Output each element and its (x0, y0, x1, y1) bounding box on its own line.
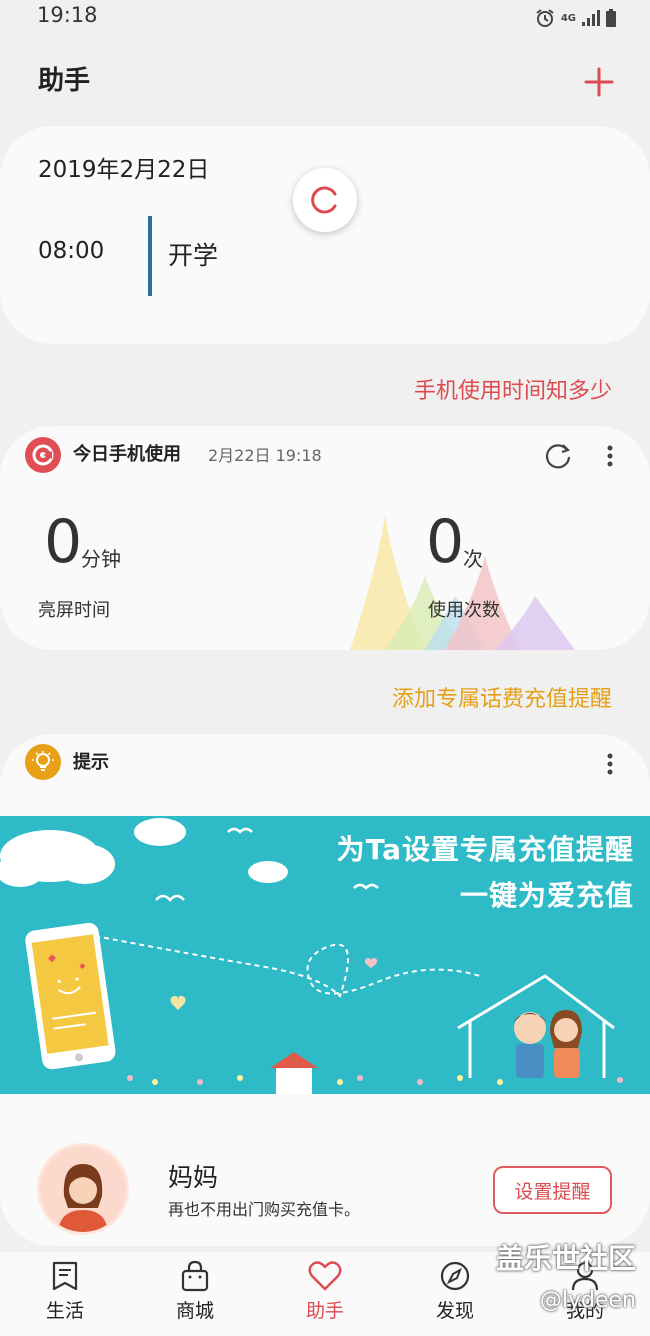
screen-time-unit: 分钟 (81, 547, 121, 571)
heart-icon (308, 1261, 342, 1291)
nav-label: 生活 (45, 1300, 84, 1322)
loading-icon (311, 186, 337, 214)
network-type: 4G (560, 12, 576, 24)
contact-description: 再也不用出门购买充值卡。 (168, 1200, 361, 1219)
shopping-bag-icon (181, 1260, 209, 1292)
screen-time-label: 亮屏时间 (38, 600, 110, 621)
avatar (40, 1146, 126, 1232)
usage-timestamp: 2月22日 19:18 (208, 446, 322, 465)
schedule-time: 08:00 (38, 238, 105, 264)
contact-name: 妈妈 (168, 1163, 219, 1192)
refresh-icon[interactable] (543, 441, 573, 471)
tips-card: 提示 为Ta设置专属充值提醒 一键为爱充值 妈妈 再也不用出门购买充值卡。 设置… (0, 734, 650, 1246)
usage-decoration (350, 516, 575, 650)
schedule-card[interactable]: 2019年2月22日 08:00 开学 (0, 126, 650, 344)
nav-label: 商城 (175, 1300, 214, 1322)
usage-app-icon (25, 437, 61, 473)
status-bar: 19:18 4G (0, 0, 650, 34)
use-count-value: 0 (426, 507, 465, 577)
use-count-label: 使用次数 (428, 600, 500, 621)
more-vertical-icon[interactable] (598, 750, 622, 778)
status-time: 19:18 (37, 3, 98, 27)
schedule-divider (148, 216, 152, 296)
set-reminder-button[interactable]: 设置提醒 (493, 1166, 612, 1214)
battery-icon (606, 9, 616, 27)
alarm-icon (536, 9, 554, 27)
phone-usage-link[interactable]: 手机使用时间知多少 (414, 373, 612, 405)
watermark-handle: @lydeen (539, 1288, 636, 1313)
watermark-title: 盖乐世社区 (495, 1242, 636, 1275)
recharge-reminder-link[interactable]: 添加专属话费充值提醒 (392, 681, 612, 713)
loading-button[interactable] (293, 168, 357, 232)
page-title: 助手 (38, 66, 91, 96)
schedule-event: 开学 (168, 241, 219, 270)
schedule-date: 2019年2月22日 (38, 157, 210, 183)
screen-time-value: 0 (44, 507, 83, 577)
usage-card[interactable]: 今日手机使用 2月22日 19:18 0 分钟 亮屏时间 0 次 使用次数 (0, 426, 650, 650)
signal-icon (582, 10, 600, 26)
nav-item-assistant[interactable]: 助手 (260, 1252, 390, 1336)
use-count-unit: 次 (463, 547, 483, 571)
banner-subheadline: 一键为爱充值 (459, 879, 634, 912)
lightbulb-icon (25, 744, 61, 780)
usage-title: 今日手机使用 (73, 444, 181, 465)
status-icons: 4G (535, 8, 616, 28)
plus-icon[interactable] (583, 66, 615, 98)
nav-label: 助手 (305, 1300, 344, 1322)
banner-headline: 为Ta设置专属充值提醒 (336, 833, 634, 866)
recharge-banner[interactable]: 为Ta设置专属充值提醒 一键为爱充值 (0, 816, 650, 1094)
compass-icon (440, 1261, 470, 1291)
nav-item-life[interactable]: 生活 (0, 1252, 130, 1336)
bookmark-icon (52, 1261, 78, 1291)
more-vertical-icon[interactable] (598, 442, 622, 470)
nav-label: 发现 (435, 1300, 474, 1322)
nav-item-mall[interactable]: 商城 (130, 1252, 260, 1336)
tips-title: 提示 (73, 752, 109, 773)
